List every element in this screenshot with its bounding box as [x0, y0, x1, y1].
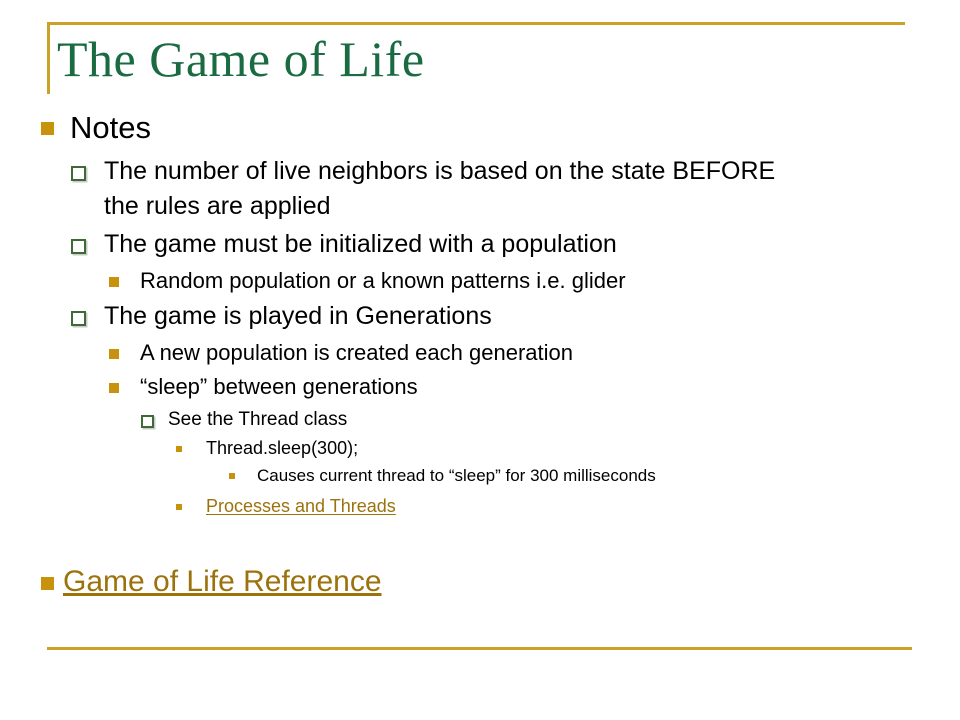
outline-item-label: A new population is created each generat… — [140, 340, 573, 365]
outline-item-notes: Notes — [0, 108, 960, 148]
outline-item-thread-class: See the Thread class — [0, 405, 960, 434]
processes-and-threads-link[interactable]: Processes and Threads — [206, 493, 960, 520]
outline-item-label: The game is played in Generations — [104, 302, 492, 330]
outline-item-game-of-life-reference[interactable]: Game of Life Reference — [0, 562, 960, 602]
green-square-bullet-icon — [71, 311, 86, 326]
title-left-rule — [47, 22, 50, 94]
gold-small-square-bullet-icon — [229, 473, 235, 479]
slide-title-block: The Game of Life — [47, 22, 905, 94]
outline-item-new-population: A new population is created each generat… — [0, 337, 960, 369]
green-square-bullet-icon — [71, 166, 86, 181]
gold-square-bullet-icon — [109, 277, 119, 287]
outline-item-label: See the Thread class — [168, 409, 348, 430]
outline-item-processes-and-threads[interactable]: Processes and Threads — [0, 493, 960, 520]
green-square-bullet-icon — [71, 239, 86, 254]
outline-item-label: Causes current thread to “sleep” for 300… — [257, 466, 656, 485]
outline-item-label: “sleep” between generations — [140, 374, 418, 399]
gold-square-bullet-icon — [109, 383, 119, 393]
outline-item-causes-sleep: Causes current thread to “sleep” for 300… — [0, 463, 960, 489]
slide-body-outline: Notes The number of live neighbors is ba… — [0, 108, 960, 608]
outline-item-label: The game must be initialized with a popu… — [104, 230, 617, 258]
gold-square-bullet-icon — [41, 122, 54, 135]
gold-small-square-bullet-icon — [176, 504, 182, 510]
outline-item-generations: The game is played in Generations — [0, 299, 960, 334]
game-of-life-reference-link[interactable]: Game of Life Reference — [63, 562, 960, 602]
page-title: The Game of Life — [57, 31, 425, 87]
gold-small-square-bullet-icon — [176, 446, 182, 452]
outline-item-live-neighbors: The number of live neighbors is based on… — [0, 154, 960, 224]
outline-item-initialized-population: The game must be initialized with a popu… — [0, 227, 960, 262]
gold-square-bullet-icon — [41, 577, 54, 590]
outline-item-sleep-between: “sleep” between generations — [0, 371, 960, 403]
outline-item-label: Notes — [70, 110, 151, 145]
title-top-rule — [47, 22, 905, 25]
gold-square-bullet-icon — [109, 349, 119, 359]
footer-rule — [47, 647, 912, 650]
green-square-bullet-icon — [141, 415, 154, 428]
outline-item-label: The number of live neighbors is based on… — [104, 157, 776, 220]
outline-item-thread-sleep-call: Thread.sleep(300); — [0, 435, 960, 462]
outline-item-random-population: Random population or a known patterns i.… — [0, 265, 960, 297]
outline-item-label: Random population or a known patterns i.… — [140, 268, 626, 293]
outline-item-label: Thread.sleep(300); — [206, 438, 359, 458]
